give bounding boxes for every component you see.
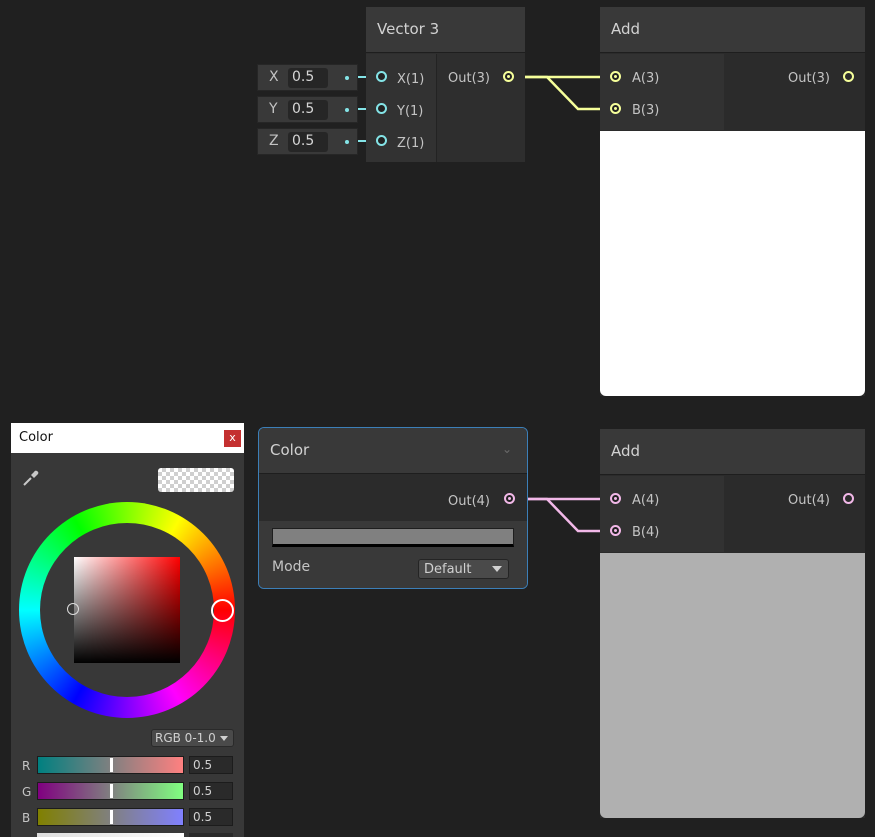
add-bottom-preview — [600, 553, 865, 818]
vector3-port-x[interactable] — [376, 71, 387, 82]
channel-g-knob[interactable] — [109, 784, 113, 798]
field-z-label: Z — [269, 133, 279, 149]
color-node[interactable]: Color ⌄ Out(4) Mode Default — [258, 427, 528, 589]
vector3-node-title[interactable]: Vector 3 — [366, 7, 525, 53]
vector3-label-y: Y(1) — [397, 104, 424, 119]
vector3-node[interactable]: Vector 3 X(1) Y(1) Z(1) Out(3) — [366, 7, 525, 162]
add-top-output-port[interactable] — [843, 71, 854, 82]
add-bottom-label-a: A(4) — [632, 493, 660, 508]
vector3-label-z: Z(1) — [397, 136, 425, 151]
field-x-value[interactable]: 0.5 — [288, 68, 328, 88]
color-mode-dropdown[interactable]: Default — [418, 559, 509, 579]
field-z-value[interactable]: 0.5 — [288, 132, 328, 152]
add-top-label-b: B(3) — [632, 103, 660, 118]
picker-mode-value: RGB 0-1.0 — [155, 731, 216, 745]
channel-b-value[interactable]: 0.5 — [189, 808, 233, 826]
vector3-output-port[interactable] — [503, 71, 514, 82]
color-mode-value: Default — [424, 562, 472, 577]
channel-r-value[interactable]: 0.5 — [189, 756, 233, 774]
add-top-port-b[interactable] — [610, 103, 621, 114]
wire-vec3-to-b — [514, 75, 612, 111]
add-node-bottom[interactable]: Add A(4) B(4) Out(4) — [600, 429, 865, 818]
add-top-label-a: A(3) — [632, 71, 660, 86]
eyedropper-icon[interactable] — [22, 469, 40, 487]
field-x-port-dot — [345, 76, 349, 80]
field-y-label: Y — [269, 101, 278, 117]
color-picker-window[interactable]: Color x RGB 0-1.0 R 0.5 G 0.5 B 0.5 — [11, 423, 244, 837]
add-node-top[interactable]: Add A(3) B(3) Out(3) — [600, 7, 865, 396]
channel-b-label: B — [22, 811, 31, 825]
add-top-title[interactable]: Add — [600, 7, 865, 53]
saturation-value-handle[interactable] — [67, 603, 79, 615]
inline-field-x[interactable]: X 0.5 — [257, 64, 358, 91]
add-top-output-label: Out(3) — [788, 71, 830, 86]
inline-field-y[interactable]: Y 0.5 — [257, 96, 358, 123]
saturation-value-square[interactable] — [74, 557, 180, 663]
vector3-output-label: Out(3) — [448, 71, 490, 86]
vector3-label-x: X(1) — [397, 72, 425, 87]
channel-g-value[interactable]: 0.5 — [189, 782, 233, 800]
channel-g-label: G — [22, 785, 32, 799]
channel-a-bar[interactable] — [37, 833, 184, 837]
channel-a-value-box[interactable] — [189, 833, 233, 837]
add-bottom-label-b: B(4) — [632, 525, 660, 540]
color-preview-swatch — [158, 468, 234, 492]
vector3-port-y[interactable] — [376, 103, 387, 114]
color-mode-label: Mode — [272, 559, 311, 575]
wire-color-to-b — [514, 497, 612, 533]
field-y-port-dot — [345, 108, 349, 112]
color-picker-titlebar[interactable]: Color — [11, 423, 244, 453]
add-bottom-input-column — [600, 476, 724, 552]
color-output-label: Out(4) — [448, 494, 490, 509]
picker-mode-dropdown[interactable]: RGB 0-1.0 — [151, 729, 234, 747]
hue-wheel-handle[interactable] — [211, 599, 234, 622]
color-output-port[interactable] — [504, 493, 515, 504]
chevron-down-icon[interactable]: ⌄ — [502, 442, 512, 456]
vector3-node-divider — [436, 54, 437, 162]
add-top-input-column — [600, 54, 724, 130]
channel-r-label: R — [22, 759, 31, 773]
field-z-port-dot — [345, 140, 349, 144]
field-y-value[interactable]: 0.5 — [288, 100, 328, 120]
close-icon[interactable]: x — [224, 430, 241, 447]
vector3-port-z[interactable] — [376, 135, 387, 146]
add-bottom-port-a[interactable] — [610, 493, 621, 504]
field-x-label: X — [269, 69, 279, 85]
add-bottom-title[interactable]: Add — [600, 429, 865, 475]
color-swatch[interactable] — [272, 528, 514, 547]
color-node-title[interactable]: Color ⌄ — [259, 428, 527, 474]
dropdown-arrow-icon — [220, 736, 228, 741]
add-top-preview — [600, 131, 865, 396]
color-node-title-text: Color — [270, 441, 310, 459]
channel-b-knob[interactable] — [109, 810, 113, 824]
add-bottom-output-port[interactable] — [843, 493, 854, 504]
color-picker-title: Color — [19, 430, 53, 445]
add-bottom-port-b[interactable] — [610, 525, 621, 536]
add-top-port-a[interactable] — [610, 71, 621, 82]
add-bottom-output-label: Out(4) — [788, 493, 830, 508]
channel-r-knob[interactable] — [109, 758, 113, 772]
dropdown-arrow-icon — [492, 566, 502, 572]
inline-field-z[interactable]: Z 0.5 — [257, 128, 358, 155]
